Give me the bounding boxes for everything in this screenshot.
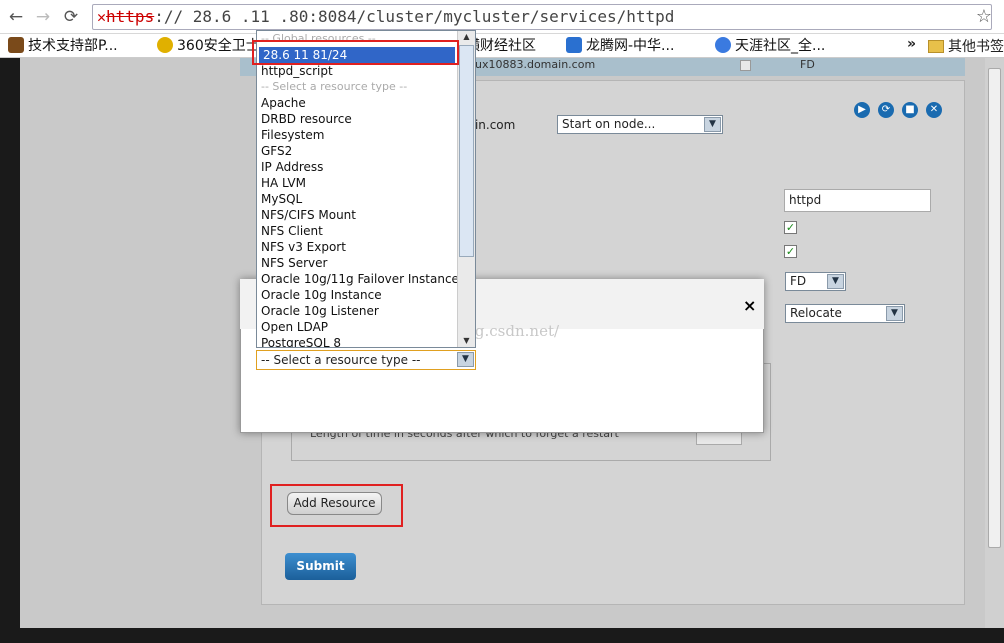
resource-type-dropdown[interactable]: -- Global resources -- 28.6 11 81/24 htt…: [256, 30, 476, 348]
option-gfs2[interactable]: GFS2: [257, 143, 457, 159]
reload-icon[interactable]: ⟳: [61, 7, 81, 27]
option-nfs-server[interactable]: NFS Server: [257, 255, 457, 271]
node-failover: FD: [800, 58, 815, 71]
bookmark-label: 360安全卫士: [177, 38, 260, 54]
run-exclusive-checkbox[interactable]: ✓: [784, 245, 797, 258]
resource-type-value: -- Select a resource type --: [261, 353, 421, 367]
option-oracle-listener[interactable]: Oracle 10g Listener: [257, 303, 457, 319]
option-apache[interactable]: Apache: [257, 95, 457, 111]
node-host: ux10883.domain.com: [475, 58, 596, 71]
option-oracle-instance[interactable]: Oracle 10g Instance: [257, 287, 457, 303]
failover-domain-value: FD: [790, 274, 807, 288]
bookmarks-bar: 技术支持部P... 360安全卫士 横财经社区 龙腾网-中华... 天涯社区_全…: [0, 34, 1004, 58]
option-httpd-script[interactable]: httpd_script: [257, 63, 457, 79]
option-ha-lvm[interactable]: HA LVM: [257, 175, 457, 191]
start-node-value: Start on node...: [562, 117, 656, 131]
insecure-icon: ✕: [97, 8, 107, 26]
bookmark-star-icon[interactable]: ☆: [976, 6, 992, 27]
option-postgresql[interactable]: PostgreSQL 8: [257, 335, 457, 347]
option-ip-address[interactable]: IP Address: [257, 159, 457, 175]
folder-icon: [928, 40, 944, 53]
add-resource-button[interactable]: Add Resource: [287, 492, 382, 515]
chevron-down-icon: ▼: [704, 117, 721, 132]
failover-domain-select[interactable]: FD ▼: [785, 272, 846, 291]
bookmark-label: 龙腾网-中华...: [586, 38, 675, 54]
bookmark-item[interactable]: 360安全卫士: [157, 36, 260, 56]
option-nfs-cifs-mount[interactable]: NFS/CIFS Mount: [257, 207, 457, 223]
other-bookmarks[interactable]: 其他书签: [928, 36, 1004, 56]
bookmark-label: 天涯社区_全...: [735, 38, 826, 54]
delete-icon[interactable]: ✕: [926, 102, 942, 118]
restart-expire-input[interactable]: [696, 431, 742, 445]
annotation-highlight-box: [252, 40, 459, 65]
close-icon[interactable]: ×: [743, 296, 756, 315]
address-bar[interactable]: ✕https:// 28.6 .11 .80:8084/cluster/mycl…: [92, 4, 992, 30]
node-checkbox[interactable]: [740, 60, 751, 71]
chevron-down-icon: ▼: [827, 274, 844, 289]
play-icon[interactable]: ▶: [854, 102, 870, 118]
url-scheme: https: [106, 7, 155, 26]
browser-toolbar: ← → ⟳ ✕https:// 28.6 .11 .80:8084/cluste…: [0, 0, 1004, 34]
bookmark-item[interactable]: 技术支持部P...: [8, 36, 118, 56]
bookmark-item[interactable]: 横财经社区: [466, 36, 536, 56]
page-scrollbar-thumb[interactable]: [988, 68, 1001, 548]
url-rest: :// 28.6 .11 .80:8084/cluster/mycluster/…: [154, 7, 675, 26]
restart-icon[interactable]: ⟳: [878, 102, 894, 118]
e-icon: [566, 37, 582, 53]
scroll-down-icon[interactable]: ▼: [459, 335, 474, 347]
submit-button[interactable]: Submit: [285, 553, 356, 580]
dropdown-scrollbar-thumb[interactable]: [459, 45, 474, 257]
option-open-ldap[interactable]: Open LDAP: [257, 319, 457, 335]
resource-type-select[interactable]: -- Select a resource type -- ▼: [256, 350, 476, 370]
bookmark-item[interactable]: 天涯社区_全...: [715, 36, 825, 56]
option-nfs-client[interactable]: NFS Client: [257, 223, 457, 239]
globe-icon: [715, 37, 731, 53]
recovery-policy-select[interactable]: Relocate ▼: [785, 304, 905, 323]
dropdown-scrollbar[interactable]: ▲ ▼: [457, 31, 475, 347]
autostart-checkbox[interactable]: ✓: [784, 221, 797, 234]
scroll-up-icon[interactable]: ▲: [459, 31, 474, 43]
option-filesystem[interactable]: Filesystem: [257, 127, 457, 143]
bookmark-item[interactable]: 龙腾网-中华...: [566, 36, 674, 56]
forward-icon[interactable]: →: [33, 7, 53, 27]
shield-plus-icon: [157, 37, 173, 53]
bookmark-label: 横财经社区: [466, 38, 536, 54]
option-group-types: -- Select a resource type --: [261, 80, 408, 93]
option-drbd[interactable]: DRBD resource: [257, 111, 457, 127]
other-bookmarks-label: 其他书签: [948, 39, 1004, 55]
chevron-down-icon: ▼: [886, 306, 903, 321]
service-name-input[interactable]: httpd: [784, 189, 931, 212]
option-oracle-failover[interactable]: Oracle 10g/11g Failover Instance: [257, 271, 459, 287]
option-nfs-v3-export[interactable]: NFS v3 Export: [257, 239, 457, 255]
option-mysql[interactable]: MySQL: [257, 191, 457, 207]
page-icon: [8, 37, 24, 53]
back-icon[interactable]: ←: [6, 7, 26, 27]
bookmarks-overflow-button[interactable]: »: [907, 36, 916, 52]
recovery-policy-value: Relocate: [790, 306, 842, 320]
stop-icon[interactable]: ■: [902, 102, 918, 118]
chevron-down-icon: ▼: [457, 352, 474, 367]
option-list: -- Global resources -- 28.6 11 81/24 htt…: [257, 31, 459, 347]
start-node-select[interactable]: Start on node... ▼: [557, 115, 723, 134]
bookmark-label: 技术支持部P...: [28, 38, 118, 54]
